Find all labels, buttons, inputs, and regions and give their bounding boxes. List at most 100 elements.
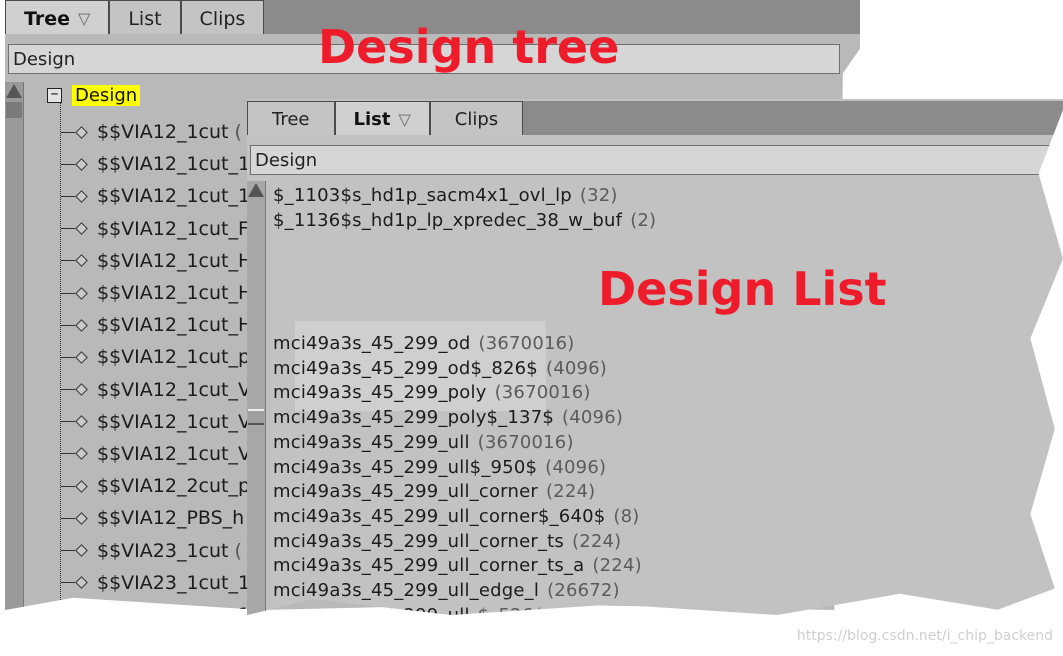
tab-clips-label: Clips — [454, 109, 499, 130]
leaf-diamond-icon — [75, 608, 88, 610]
tree-item[interactable]: $$VIA12_1cut_H — [61, 277, 252, 309]
scroll-up-arrow-icon[interactable] — [6, 84, 22, 98]
list-panel-tab-bar: Tree List ▽ Clips — [247, 101, 1063, 135]
list-item[interactable]: mci49a3s_45_299_ull_corner (224) — [273, 481, 595, 502]
watermark: https://blog.csdn.net/i_chip_backend — [796, 628, 1053, 644]
list-item-count: (3670016) — [494, 382, 591, 404]
tab-tree-label: Tree — [272, 109, 310, 130]
tree-item[interactable]: $$VIA12_1cut_p — [61, 341, 252, 373]
list-item-count: (4096) — [545, 456, 607, 478]
tree-scroll-thumb[interactable] — [6, 102, 22, 118]
tree-item[interactable]: $$VIA12_1cut_H — [61, 309, 252, 341]
list-item[interactable]: mci49a3s_45_299_poly (3670016) — [273, 382, 591, 403]
list-item-count: (32) — [579, 185, 618, 206]
tree-root-node[interactable]: − Design — [47, 85, 141, 106]
leaf-diamond-icon — [75, 222, 88, 236]
list-item[interactable]: mci49a3s_45_299_od (3670016) — [273, 333, 575, 354]
tree-branch-line — [61, 485, 75, 487]
list-item-name: mci49a3s_45_299_poly$_137$ — [273, 407, 555, 429]
tree-item[interactable]: $$VIA12_1cut_V — [61, 374, 252, 406]
list-body: $_1103$s_hd1p_sacm4x1_ovl_lp (32) $_1136$s… — [273, 185, 1053, 626]
list-path-value: Design — [255, 149, 318, 171]
tree-item[interactable]: $$VIA12_1cut_1 — [61, 148, 252, 180]
list-item[interactable]: mci49a3s_45_299_poly$_137$ (4096) — [273, 407, 623, 428]
list-path-field[interactable]: Design — [250, 145, 1062, 175]
tree-branch-line — [61, 582, 75, 584]
collapse-minus-icon[interactable]: − — [47, 88, 62, 103]
list-item-count: (26672) — [547, 580, 620, 601]
tree-item-count: ( — [234, 539, 242, 562]
tree-item[interactable]: $$VIA12_1cut_F — [61, 213, 252, 245]
scroll-up-arrow-icon[interactable] — [248, 183, 264, 197]
tree-item-label: $$VIA12_1cut — [97, 121, 229, 144]
list-item[interactable]: mci49a3s_45_299_ull_corner_ts_a (224) — [273, 555, 642, 576]
list-item-name: mci49a3s_45_299_od — [273, 333, 471, 354]
list-item[interactable]: $_1136$s_hd1p_lp_xpredec_38_w_buf (2) — [273, 210, 656, 231]
leaf-diamond-icon — [75, 351, 88, 364]
leaf-diamond-icon — [75, 190, 88, 203]
tree-vertical-scrollbar[interactable] — [5, 82, 24, 610]
list-vertical-scrollbar[interactable] — [247, 181, 266, 616]
design-list-panel: Tree List ▽ Clips Design $_1103$s_hd1p_s… — [247, 99, 1063, 626]
list-item-name: mci49a3s_45_299_ull$_950$ — [273, 456, 538, 478]
list-item[interactable]: mci49a3s_45_299_ull_corner$_640$ (8) — [273, 506, 640, 527]
dropdown-triangle-icon[interactable]: ▽ — [78, 9, 90, 28]
tab-clips[interactable]: Clips — [429, 101, 524, 135]
tree-root-label[interactable]: Design — [72, 85, 141, 106]
tree-item[interactable]: $$VIA12_1cut_V — [61, 406, 252, 438]
tree-item[interactable]: $$VIA23_1cut_1 — [61, 567, 252, 599]
tree-branch-line — [61, 550, 75, 552]
list-scroll-thumb[interactable] — [248, 409, 264, 425]
tab-tree[interactable]: Tree — [247, 101, 335, 135]
list-item[interactable]: $_1103$s_hd1p_sacm4x1_ovl_lp (32) — [273, 185, 618, 206]
list-item-name: mci49a3s_45_299_ull — [273, 431, 470, 453]
tree-item-label: $$VIA12_1cut_1 — [97, 153, 251, 176]
tree-branch-line — [61, 389, 75, 391]
list-item-count: (8) — [613, 505, 640, 527]
tree-branch-line — [61, 131, 75, 133]
tree-item-label: $$VIA12_2cut_p — [97, 475, 251, 498]
tree-item[interactable]: $$VIA23_1cut_1 — [61, 599, 252, 610]
tree-item-label: $$VIA12_1cut_V — [97, 442, 251, 465]
tree-item[interactable]: $$VIA12_1cut_V — [61, 438, 252, 470]
tree-branch-line — [61, 324, 75, 326]
leaf-diamond-icon — [75, 511, 88, 525]
tab-list-label: List — [353, 109, 391, 130]
leaf-diamond-icon — [75, 125, 88, 139]
tree-branch-line — [61, 453, 75, 455]
list-item-count: $_526$ — [477, 604, 546, 626]
tree-item[interactable]: $$VIA12_2cut_p — [61, 470, 252, 502]
tree-item[interactable]: $$VIA12_PBS_h — [61, 502, 252, 534]
annotation-design-list: Design List — [598, 262, 887, 316]
leaf-diamond-icon — [75, 318, 88, 332]
tree-item[interactable]: $$VIA12_1cut_1 — [61, 180, 252, 212]
tree-item-label: $$VIA23_1cut_1 — [97, 571, 251, 594]
tab-list[interactable]: List ▽ — [334, 101, 430, 135]
tab-list[interactable]: List — [109, 0, 181, 34]
list-item[interactable]: mci49a3s_45_299_ull_edge_l (26672) — [273, 580, 620, 601]
tree-item[interactable]: $$VIA12_1cut_H — [61, 245, 252, 277]
tab-list-label: List — [128, 7, 162, 30]
tab-clips[interactable]: Clips — [180, 0, 265, 34]
tree-item[interactable]: $$VIA23_1cut( — [61, 534, 252, 566]
tree-item-label: $$VIA23_1cut — [97, 539, 229, 562]
leaf-diamond-icon — [75, 544, 88, 557]
list-item-name: mci49a3s_45_299_od$_826$ — [273, 357, 538, 379]
tree-item-label: $$VIA12_1cut_p — [97, 346, 251, 369]
list-item[interactable]: mci49a3s_45_299_ull (3670016) — [273, 432, 574, 453]
tree-item[interactable]: $$VIA12_1cut( — [61, 116, 252, 148]
list-item[interactable]: mci49a3s_45_299_ull_corner_ts (224) — [273, 531, 621, 552]
list-item-name: mci49a3s_45_299_ull_corner_ts — [273, 530, 564, 552]
dropdown-triangle-icon[interactable]: ▽ — [398, 110, 410, 129]
tree-item-label: $$VIA12_1cut_V — [97, 378, 251, 401]
tab-tree[interactable]: Tree ▽ — [5, 0, 110, 34]
tree-branch-line — [61, 292, 75, 294]
leaf-diamond-icon — [75, 383, 88, 396]
list-item-count: (224) — [571, 530, 622, 552]
list-item-count: (224) — [545, 481, 596, 503]
list-item-count: (4096) — [562, 407, 624, 429]
list-item[interactable]: mci49a3s_45_299_od$_826$ (4096) — [273, 358, 607, 379]
tree-item-label: $$VIA12_PBS_h — [97, 507, 245, 530]
list-item[interactable]: mci49a3s_45_299_ull$_950$ (4096) — [273, 457, 606, 478]
tab-bar-filler — [523, 101, 1063, 135]
